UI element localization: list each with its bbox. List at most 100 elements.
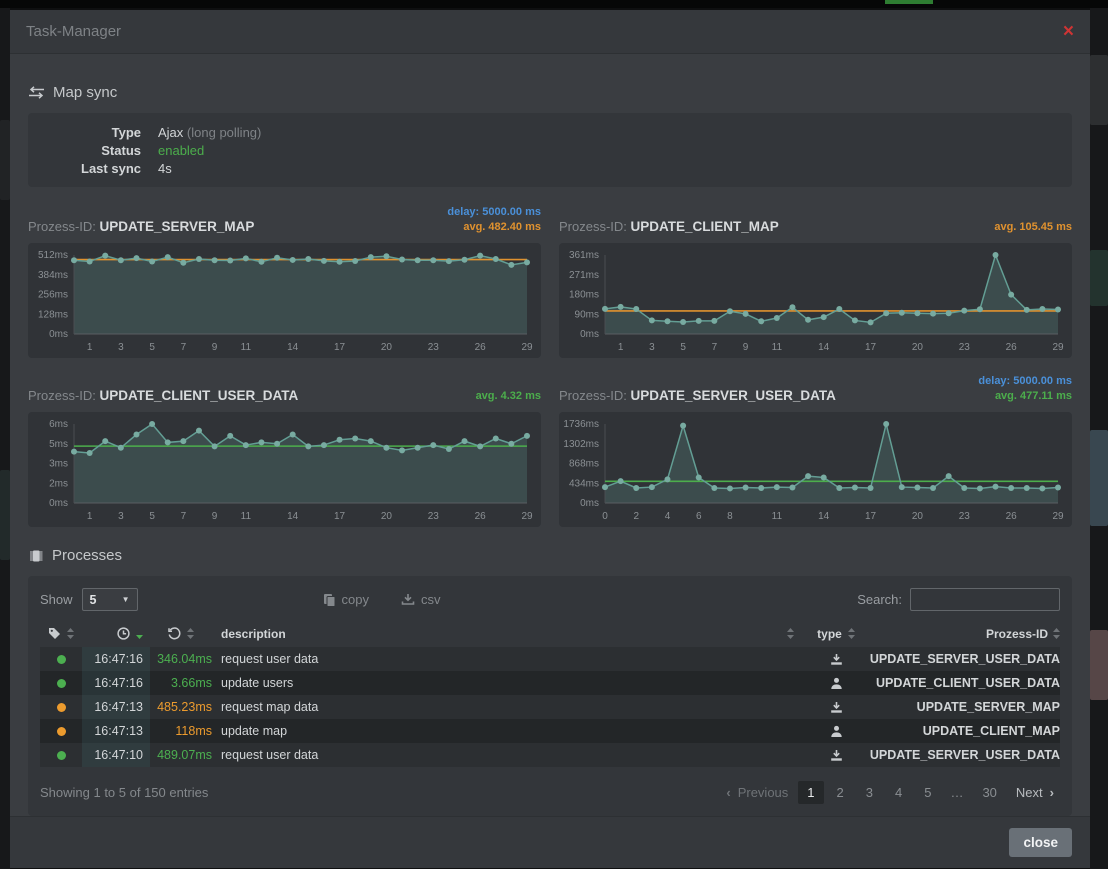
svg-text:1: 1 bbox=[87, 342, 93, 353]
column-header-prozess-id[interactable]: Prozess-ID bbox=[872, 627, 1060, 641]
modal-header: Task-Manager × bbox=[10, 10, 1090, 54]
row-prozess-id: UPDATE_CLIENT_MAP bbox=[872, 719, 1060, 743]
svg-text:11: 11 bbox=[241, 342, 252, 353]
svg-text:2: 2 bbox=[633, 511, 639, 522]
column-header-tag[interactable] bbox=[40, 627, 82, 640]
column-header-type[interactable]: type bbox=[800, 627, 872, 641]
chart-stats: avg. 105.45 ms bbox=[994, 220, 1072, 235]
svg-text:14: 14 bbox=[818, 511, 830, 522]
sync-type-label: Type bbox=[28, 124, 141, 142]
row-type bbox=[800, 671, 872, 695]
pagination: ‹ Previous 1 2 3 4 5 … 30 Next › bbox=[720, 781, 1060, 804]
status-dot bbox=[57, 703, 66, 712]
row-description: request map data bbox=[212, 695, 800, 719]
svg-text:361ms: 361ms bbox=[569, 250, 599, 261]
svg-text:26: 26 bbox=[475, 342, 487, 353]
column-header-duration[interactable] bbox=[150, 627, 212, 640]
chart-update-server-user-data: 0ms434ms868ms1302ms1736ms024681114172023… bbox=[559, 412, 1072, 527]
pagination-page-1[interactable]: 1 bbox=[798, 781, 823, 804]
copy-label: copy bbox=[342, 592, 369, 607]
svg-text:9: 9 bbox=[743, 342, 749, 353]
svg-text:20: 20 bbox=[381, 342, 393, 353]
pagination-previous[interactable]: ‹ Previous bbox=[720, 781, 794, 804]
column-header-time[interactable] bbox=[82, 627, 150, 640]
pagination-page-30[interactable]: 30 bbox=[973, 781, 1005, 804]
history-icon bbox=[168, 627, 181, 640]
row-description: update map bbox=[212, 719, 800, 743]
show-label: Show bbox=[40, 592, 73, 607]
close-icon[interactable]: × bbox=[1063, 22, 1074, 41]
pagination-page-2[interactable]: 2 bbox=[828, 781, 853, 804]
svg-text:20: 20 bbox=[912, 511, 924, 522]
pagination-next[interactable]: Next › bbox=[1010, 781, 1060, 804]
background-fragment bbox=[1090, 250, 1108, 306]
csv-button[interactable]: csv bbox=[401, 592, 441, 607]
chevron-left-icon: ‹ bbox=[726, 785, 730, 800]
table-row: 16:47:16 3.66ms update users UPDATE_CLIE… bbox=[40, 671, 1060, 695]
row-type bbox=[800, 743, 872, 767]
row-prozess-id: UPDATE_SERVER_MAP bbox=[872, 695, 1060, 719]
chart-title: Prozess-ID: UPDATE_CLIENT_USER_DATA bbox=[28, 388, 298, 404]
processes-table-panel: Show 5 ▼ copy csv bbox=[28, 576, 1072, 816]
sync-lastsync-row: Last sync 4s bbox=[28, 160, 1072, 178]
svg-text:128ms: 128ms bbox=[38, 309, 68, 320]
pagination-page-4[interactable]: 4 bbox=[886, 781, 911, 804]
search-label: Search: bbox=[857, 592, 902, 607]
sync-status-label: Status bbox=[28, 142, 141, 160]
table-header-row: description type Prozess-ID bbox=[40, 620, 1060, 647]
chart-update-client-map: 0ms90ms180ms271ms361ms135791114172023262… bbox=[559, 243, 1072, 358]
server-download-icon bbox=[830, 653, 843, 666]
chart-title: Prozess-ID: UPDATE_SERVER_USER_DATA bbox=[559, 388, 836, 404]
status-dot bbox=[57, 727, 66, 736]
copy-button[interactable]: copy bbox=[323, 592, 369, 607]
background-fragment bbox=[0, 120, 10, 200]
description-column-label: description bbox=[221, 627, 286, 641]
close-button[interactable]: close bbox=[1009, 828, 1072, 857]
row-time: 16:47:13 bbox=[82, 695, 150, 719]
svg-text:8: 8 bbox=[727, 511, 733, 522]
table-row: 16:47:16 346.04ms request user data UPDA… bbox=[40, 647, 1060, 671]
svg-text:1736ms: 1736ms bbox=[563, 419, 599, 430]
show-entries-select[interactable]: 5 ▼ bbox=[82, 588, 138, 611]
chart-block-update-client-user-data: Prozess-ID: UPDATE_CLIENT_USER_DATA avg.… bbox=[28, 370, 541, 527]
chevron-down-icon: ▼ bbox=[122, 595, 130, 604]
sort-desc-icon bbox=[136, 628, 143, 639]
svg-text:5: 5 bbox=[149, 342, 155, 353]
sync-type-row: Type Ajax (long polling) bbox=[28, 124, 1072, 142]
previous-label: Previous bbox=[738, 785, 789, 800]
sort-icon bbox=[787, 628, 794, 639]
chart-update-client-user-data: 0ms2ms3ms5ms6ms1357911141720232629 bbox=[28, 412, 541, 527]
svg-text:11: 11 bbox=[241, 511, 252, 522]
row-duration: 489.07ms bbox=[150, 743, 212, 767]
row-prozess-id: UPDATE_SERVER_USER_DATA bbox=[872, 743, 1060, 767]
svg-text:256ms: 256ms bbox=[38, 290, 68, 301]
table-row: 16:47:13 118ms update map UPDATE_CLIENT_… bbox=[40, 719, 1060, 743]
processes-heading: Processes bbox=[28, 547, 1072, 564]
table-controls: Show 5 ▼ copy csv bbox=[40, 588, 1060, 611]
pagination-page-3[interactable]: 3 bbox=[857, 781, 882, 804]
svg-text:271ms: 271ms bbox=[569, 270, 599, 281]
svg-text:29: 29 bbox=[521, 342, 533, 353]
row-time: 16:47:10 bbox=[82, 743, 150, 767]
svg-text:4: 4 bbox=[665, 511, 671, 522]
search-input[interactable] bbox=[910, 588, 1060, 611]
sort-icon bbox=[848, 628, 855, 639]
sync-arrows-icon bbox=[28, 86, 45, 99]
chart-title: Prozess-ID: UPDATE_CLIENT_MAP bbox=[559, 219, 779, 235]
svg-text:5: 5 bbox=[680, 342, 686, 353]
background-top-bar bbox=[0, 0, 1108, 8]
svg-text:7: 7 bbox=[712, 342, 718, 353]
svg-text:0ms: 0ms bbox=[49, 498, 68, 509]
row-type bbox=[800, 695, 872, 719]
pagination-page-5[interactable]: 5 bbox=[915, 781, 940, 804]
row-duration: 3.66ms bbox=[150, 671, 212, 695]
chart-block-update-server-map: Prozess-ID: UPDATE_SERVER_MAP delay: 500… bbox=[28, 201, 541, 358]
processes-heading-label: Processes bbox=[52, 547, 122, 564]
svg-text:1: 1 bbox=[618, 342, 624, 353]
svg-text:17: 17 bbox=[865, 342, 877, 353]
svg-text:6ms: 6ms bbox=[49, 419, 68, 430]
svg-text:17: 17 bbox=[334, 511, 346, 522]
sync-type-value: Ajax (long polling) bbox=[158, 124, 261, 142]
svg-text:26: 26 bbox=[1006, 342, 1018, 353]
column-header-description[interactable]: description bbox=[212, 627, 800, 641]
